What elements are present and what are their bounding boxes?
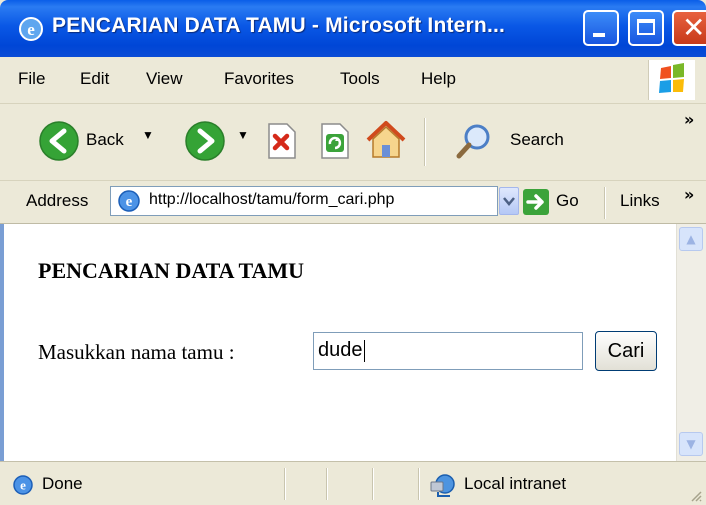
page-content: PENCARIAN DATA TAMU Masukkan nama tamu :… (0, 224, 676, 461)
menu-view[interactable]: View (146, 69, 183, 89)
svg-text:e: e (27, 20, 35, 39)
search-submit-button[interactable]: Cari (595, 331, 657, 371)
home-icon[interactable] (364, 118, 408, 162)
scroll-up-icon[interactable]: ▲ (679, 227, 703, 251)
back-button-label[interactable]: Back (86, 130, 124, 150)
back-arrow-icon[interactable] (38, 120, 80, 162)
status-divider (372, 468, 374, 500)
svg-text:e: e (126, 194, 133, 210)
refresh-icon[interactable] (316, 122, 352, 160)
menu-favorites[interactable]: Favorites (224, 69, 294, 89)
resize-grip-icon[interactable] (688, 488, 704, 504)
status-divider (418, 468, 420, 500)
page-heading: PENCARIAN DATA TAMU (38, 258, 305, 283)
menu-edit[interactable]: Edit (80, 69, 109, 89)
page-ie-icon: e (118, 190, 140, 212)
title-bar[interactable]: e PENCARIAN DATA TAMU - Microsoft Intern… (0, 0, 706, 57)
status-text: Done (42, 474, 83, 493)
window-title: PENCARIAN DATA TAMU - Microsoft Intern..… (52, 14, 506, 37)
menu-help[interactable]: Help (421, 69, 456, 89)
close-button[interactable]: ✕ (672, 10, 706, 46)
address-label: Address (26, 191, 89, 210)
chevron-down-icon (503, 197, 515, 206)
name-field-label: Masukkan nama tamu : (38, 340, 235, 364)
vertical-scrollbar[interactable]: ▲ ▼ (676, 224, 706, 461)
address-url: http://localhost/tamu/form_cari.php (149, 191, 395, 208)
forward-arrow-icon[interactable] (184, 120, 226, 162)
links-overflow-icon[interactable]: » (684, 185, 694, 204)
menu-tools[interactable]: Tools (340, 69, 380, 89)
ie-icon: e (19, 17, 43, 41)
name-search-value: dude (318, 339, 363, 361)
browser-window: e PENCARIAN DATA TAMU - Microsoft Intern… (0, 0, 706, 505)
local-intranet-icon (430, 474, 455, 497)
toolbar-overflow-icon[interactable]: » (684, 110, 694, 129)
windows-logo (648, 60, 695, 100)
close-icon: ✕ (682, 11, 706, 44)
address-dropdown-button[interactable] (499, 187, 519, 215)
menu-file[interactable]: File (18, 69, 45, 89)
toolbar: Back ▼ ▼ Search » (0, 104, 706, 181)
maximize-button[interactable] (628, 10, 664, 46)
toolbar-separator (424, 118, 426, 166)
address-input[interactable]: e http://localhost/tamu/form_cari.php (110, 186, 498, 216)
back-dropdown-icon[interactable]: ▼ (142, 128, 154, 142)
windows-flag-icon (659, 63, 684, 93)
forward-dropdown-icon[interactable]: ▼ (237, 128, 249, 142)
go-arrow-icon[interactable] (522, 188, 550, 216)
text-caret (363, 339, 365, 362)
name-search-input[interactable]: dude (313, 332, 583, 370)
status-divider (326, 468, 328, 500)
status-bar: e Done Local intranet (0, 461, 706, 505)
minimize-button[interactable] (583, 10, 619, 46)
status-divider (284, 468, 286, 500)
menu-bar: File Edit View Favorites Tools Help (0, 57, 706, 104)
stop-icon[interactable] (263, 122, 299, 160)
search-button-label[interactable]: Search (510, 130, 564, 150)
page-status-ie-icon: e (13, 475, 33, 495)
svg-text:e: e (20, 478, 26, 493)
scroll-down-icon[interactable]: ▼ (679, 432, 703, 456)
address-bar: Address e http://localhost/tamu/form_car… (0, 181, 706, 224)
address-separator (604, 187, 606, 219)
links-label[interactable]: Links (620, 191, 660, 211)
security-zone-label: Local intranet (464, 474, 567, 493)
go-button-label[interactable]: Go (556, 191, 579, 211)
search-magnifier-icon[interactable] (455, 122, 495, 162)
